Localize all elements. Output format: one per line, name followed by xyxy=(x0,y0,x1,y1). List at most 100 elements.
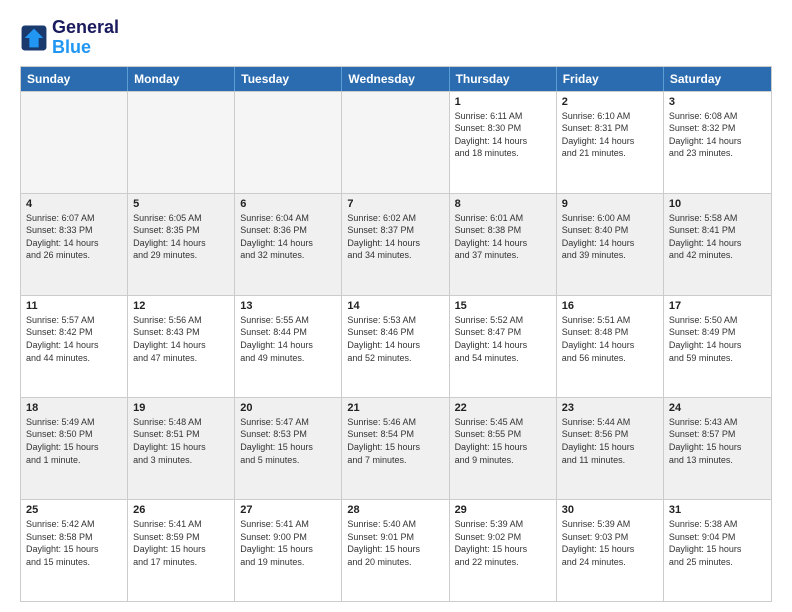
day-number: 28 xyxy=(347,504,443,516)
calendar-cell: 29Sunrise: 5:39 AM Sunset: 9:02 PM Dayli… xyxy=(450,500,557,601)
day-info: Sunrise: 5:58 AM Sunset: 8:41 PM Dayligh… xyxy=(669,212,766,262)
day-number: 17 xyxy=(669,300,766,312)
calendar-cell: 20 Sunrise: 5:47 AM Sunset: 8:53 PM Dayli… xyxy=(235,398,342,499)
day-info: Sunrise: 5:47 AM Sunset: 8:53 PM Dayligh… xyxy=(240,416,336,466)
calendar-cell: 13 Sunrise: 5:55 AM Sunset: 8:44 PM Dayli… xyxy=(235,296,342,397)
day-info: Sunrise: 5:51 AM Sunset: 8:48 PM Dayligh… xyxy=(562,314,658,364)
day-info: Sunrise: 5:39 AM Sunset: 9:03 PM Dayligh… xyxy=(562,518,658,568)
day-number: 10 xyxy=(669,198,766,210)
calendar-cell: 8 Sunrise: 6:01 AM Sunset: 8:38 PM Daylig… xyxy=(450,194,557,295)
calendar-week: 18 Sunrise: 5:49 AM Sunset: 8:50 PM Dayli… xyxy=(21,397,771,499)
calendar-cell: 19 Sunrise: 5:48 AM Sunset: 8:51 PM Dayli… xyxy=(128,398,235,499)
page: General Blue SundayMondayTuesdayWednesda… xyxy=(0,0,792,612)
calendar-cell: 11 Sunrise: 5:57 AM Sunset: 8:42 PM Dayli… xyxy=(21,296,128,397)
day-info: Sunrise: 5:40 AM Sunset: 9:01 PM Dayligh… xyxy=(347,518,443,568)
day-number: 12 xyxy=(133,300,229,312)
logo-text: General Blue xyxy=(52,18,119,58)
logo-line1: General xyxy=(52,18,119,38)
calendar-cell: 3 Sunrise: 6:08 AM Sunset: 8:32 PM Daylig… xyxy=(664,92,771,193)
day-info: Sunrise: 6:04 AM Sunset: 8:36 PM Dayligh… xyxy=(240,212,336,262)
logo-icon xyxy=(20,24,48,52)
calendar-cell xyxy=(21,92,128,193)
day-number: 22 xyxy=(455,402,551,414)
calendar-header-cell: Tuesday xyxy=(235,67,342,91)
calendar-week: 11 Sunrise: 5:57 AM Sunset: 8:42 PM Dayli… xyxy=(21,295,771,397)
day-info: Sunrise: 5:50 AM Sunset: 8:49 PM Dayligh… xyxy=(669,314,766,364)
calendar-cell: 5 Sunrise: 6:05 AM Sunset: 8:35 PM Daylig… xyxy=(128,194,235,295)
logo: General Blue xyxy=(20,18,119,58)
calendar-header: SundayMondayTuesdayWednesdayThursdayFrid… xyxy=(21,67,771,91)
calendar-header-cell: Thursday xyxy=(450,67,557,91)
day-info: Sunrise: 5:55 AM Sunset: 8:44 PM Dayligh… xyxy=(240,314,336,364)
day-number: 6 xyxy=(240,198,336,210)
day-number: 21 xyxy=(347,402,443,414)
logo-line2: Blue xyxy=(52,37,91,57)
calendar-cell: 2Sunrise: 6:10 AM Sunset: 8:31 PM Daylig… xyxy=(557,92,664,193)
day-info: Sunrise: 5:41 AM Sunset: 9:00 PM Dayligh… xyxy=(240,518,336,568)
day-info: Sunrise: 6:07 AM Sunset: 8:33 PM Dayligh… xyxy=(26,212,122,262)
day-number: 26 xyxy=(133,504,229,516)
day-number: 25 xyxy=(26,504,122,516)
day-number: 9 xyxy=(562,198,658,210)
calendar-week: 4 Sunrise: 6:07 AM Sunset: 8:33 PM Daylig… xyxy=(21,193,771,295)
day-info: Sunrise: 5:41 AM Sunset: 8:59 PM Dayligh… xyxy=(133,518,229,568)
calendar-cell: 7 Sunrise: 6:02 AM Sunset: 8:37 PM Daylig… xyxy=(342,194,449,295)
calendar-header-cell: Friday xyxy=(557,67,664,91)
day-number: 2 xyxy=(562,96,658,108)
calendar-cell: 17 Sunrise: 5:50 AM Sunset: 8:49 PM Dayli… xyxy=(664,296,771,397)
calendar-cell: 9 Sunrise: 6:00 AM Sunset: 8:40 PM Daylig… xyxy=(557,194,664,295)
day-info: Sunrise: 6:05 AM Sunset: 8:35 PM Dayligh… xyxy=(133,212,229,262)
day-info: Sunrise: 5:45 AM Sunset: 8:55 PM Dayligh… xyxy=(455,416,551,466)
calendar-cell: 22 Sunrise: 5:45 AM Sunset: 8:55 PM Dayli… xyxy=(450,398,557,499)
day-number: 27 xyxy=(240,504,336,516)
day-info: Sunrise: 5:48 AM Sunset: 8:51 PM Dayligh… xyxy=(133,416,229,466)
calendar-cell: 1 Sunrise: 6:11 AM Sunset: 8:30 PM Daylig… xyxy=(450,92,557,193)
day-number: 5 xyxy=(133,198,229,210)
day-info: Sunrise: 5:42 AM Sunset: 8:58 PM Dayligh… xyxy=(26,518,122,568)
day-number: 30 xyxy=(562,504,658,516)
calendar-body: 1 Sunrise: 6:11 AM Sunset: 8:30 PM Daylig… xyxy=(21,91,771,601)
day-number: 24 xyxy=(669,402,766,414)
day-info: Sunrise: 5:57 AM Sunset: 8:42 PM Dayligh… xyxy=(26,314,122,364)
day-info: Sunrise: 5:46 AM Sunset: 8:54 PM Dayligh… xyxy=(347,416,443,466)
calendar-week: 25 Sunrise: 5:42 AM Sunset: 8:58 PM Dayli… xyxy=(21,499,771,601)
day-number: 19 xyxy=(133,402,229,414)
day-number: 23 xyxy=(562,402,658,414)
calendar-cell: 16 Sunrise: 5:51 AM Sunset: 8:48 PM Dayli… xyxy=(557,296,664,397)
calendar-cell xyxy=(342,92,449,193)
day-info: Sunrise: 6:02 AM Sunset: 8:37 PM Dayligh… xyxy=(347,212,443,262)
calendar-header-cell: Saturday xyxy=(664,67,771,91)
calendar-cell: 15Sunrise: 5:52 AM Sunset: 8:47 PM Dayli… xyxy=(450,296,557,397)
calendar-cell: 25 Sunrise: 5:42 AM Sunset: 8:58 PM Dayli… xyxy=(21,500,128,601)
calendar-cell: 6 Sunrise: 6:04 AM Sunset: 8:36 PM Daylig… xyxy=(235,194,342,295)
day-number: 16 xyxy=(562,300,658,312)
calendar-header-cell: Monday xyxy=(128,67,235,91)
day-info: Sunrise: 6:11 AM Sunset: 8:30 PM Dayligh… xyxy=(455,110,551,160)
calendar-header-cell: Sunday xyxy=(21,67,128,91)
calendar-cell: 31Sunrise: 5:38 AM Sunset: 9:04 PM Dayli… xyxy=(664,500,771,601)
calendar: SundayMondayTuesdayWednesdayThursdayFrid… xyxy=(20,66,772,602)
calendar-cell: 24Sunrise: 5:43 AM Sunset: 8:57 PM Dayli… xyxy=(664,398,771,499)
calendar-cell: 12 Sunrise: 5:56 AM Sunset: 8:43 PM Dayli… xyxy=(128,296,235,397)
day-number: 4 xyxy=(26,198,122,210)
calendar-week: 1 Sunrise: 6:11 AM Sunset: 8:30 PM Daylig… xyxy=(21,91,771,193)
day-info: Sunrise: 5:44 AM Sunset: 8:56 PM Dayligh… xyxy=(562,416,658,466)
day-info: Sunrise: 6:00 AM Sunset: 8:40 PM Dayligh… xyxy=(562,212,658,262)
day-info: Sunrise: 6:08 AM Sunset: 8:32 PM Dayligh… xyxy=(669,110,766,160)
calendar-cell xyxy=(128,92,235,193)
day-info: Sunrise: 5:53 AM Sunset: 8:46 PM Dayligh… xyxy=(347,314,443,364)
day-info: Sunrise: 6:01 AM Sunset: 8:38 PM Dayligh… xyxy=(455,212,551,262)
day-number: 1 xyxy=(455,96,551,108)
day-number: 13 xyxy=(240,300,336,312)
day-info: Sunrise: 5:49 AM Sunset: 8:50 PM Dayligh… xyxy=(26,416,122,466)
day-number: 3 xyxy=(669,96,766,108)
day-number: 20 xyxy=(240,402,336,414)
day-number: 11 xyxy=(26,300,122,312)
calendar-cell: 18 Sunrise: 5:49 AM Sunset: 8:50 PM Dayli… xyxy=(21,398,128,499)
day-number: 8 xyxy=(455,198,551,210)
day-number: 7 xyxy=(347,198,443,210)
day-number: 18 xyxy=(26,402,122,414)
day-info: Sunrise: 5:39 AM Sunset: 9:02 PM Dayligh… xyxy=(455,518,551,568)
calendar-cell: 23 Sunrise: 5:44 AM Sunset: 8:56 PM Dayli… xyxy=(557,398,664,499)
day-info: Sunrise: 5:56 AM Sunset: 8:43 PM Dayligh… xyxy=(133,314,229,364)
